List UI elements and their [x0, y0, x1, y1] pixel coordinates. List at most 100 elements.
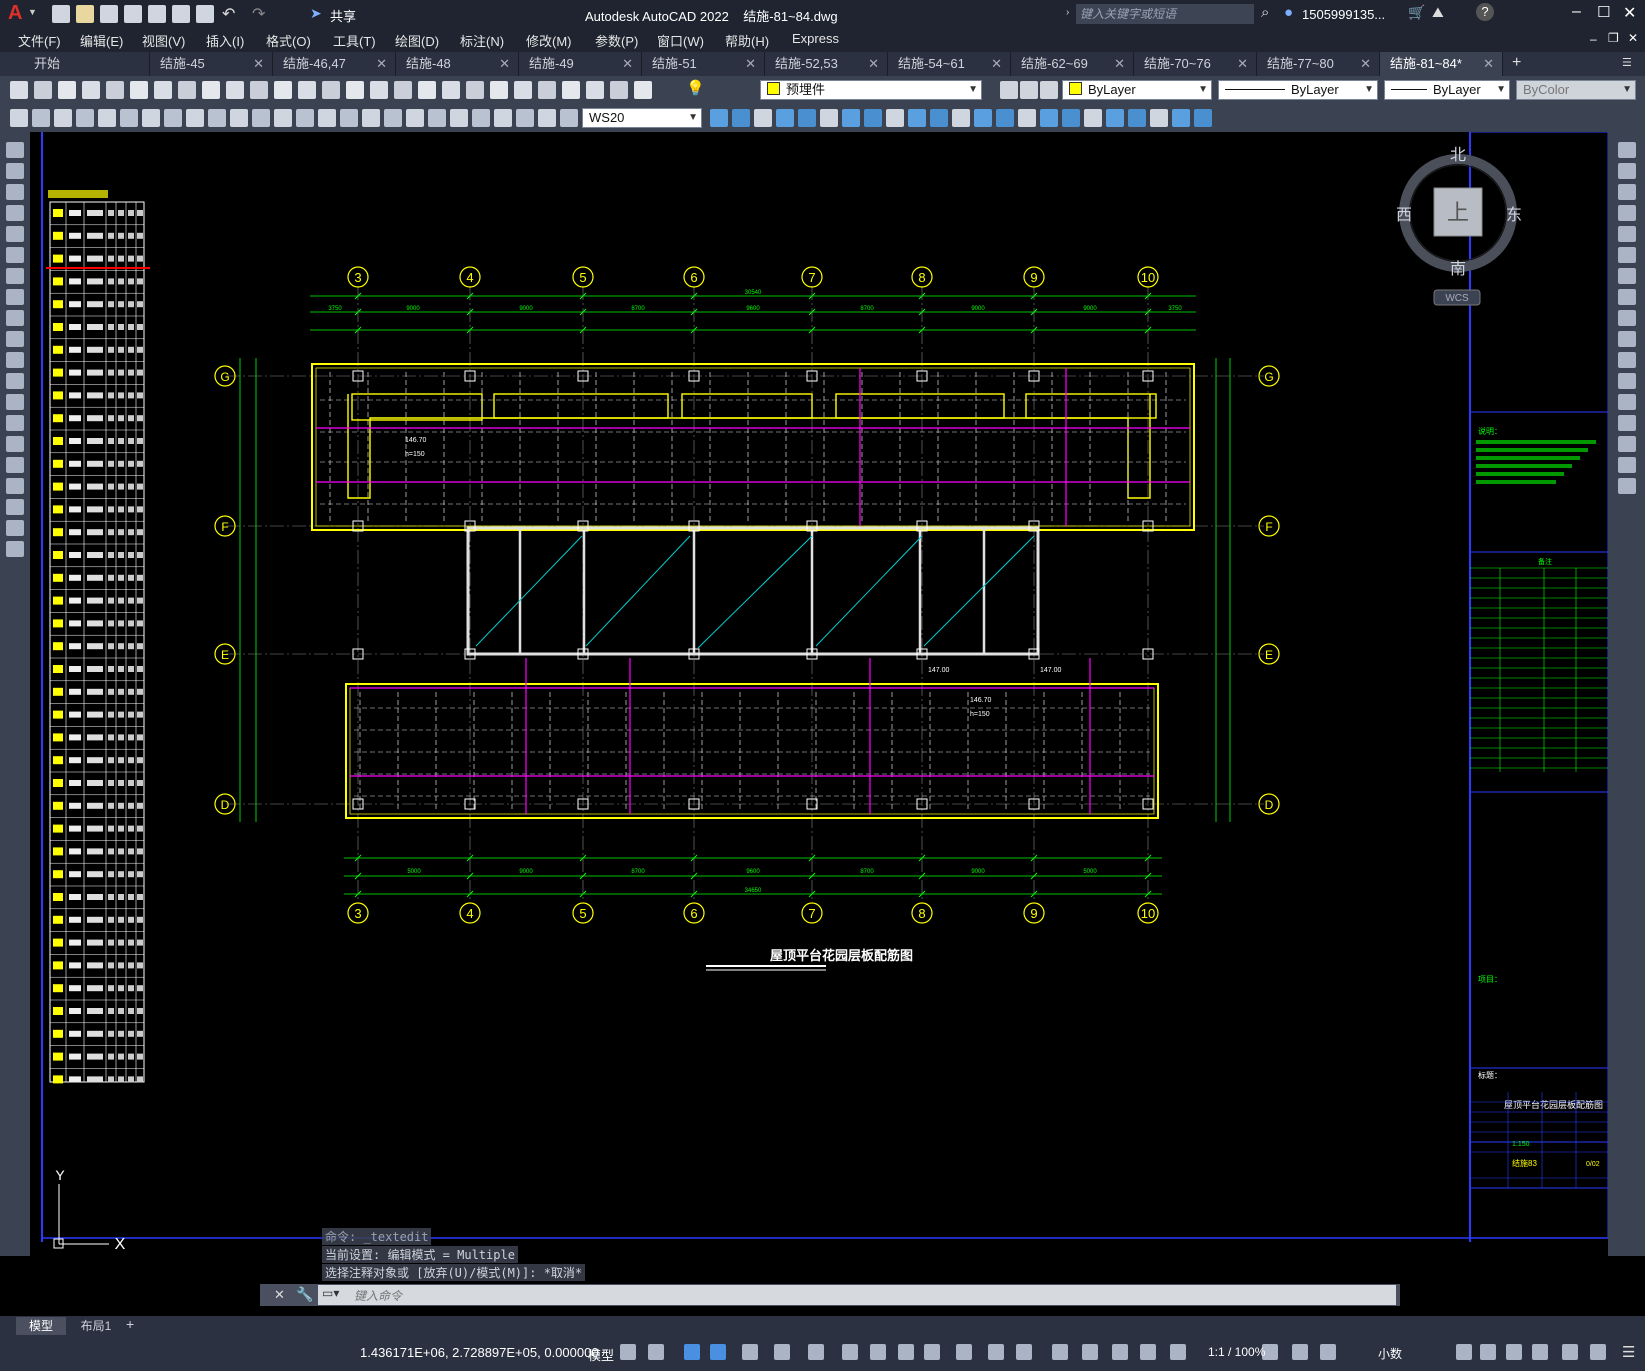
trim-icon[interactable]	[1618, 331, 1636, 347]
annotation-visibility-icon[interactable]	[1052, 1344, 1068, 1360]
menu-parametric[interactable]: 参数(P)	[595, 31, 638, 50]
tab-file[interactable]: 结施-54~61 ✕	[888, 52, 1011, 76]
circle-icon[interactable]	[6, 268, 24, 284]
polar-icon[interactable]	[710, 1344, 726, 1360]
ellipse-icon[interactable]	[6, 331, 24, 347]
minimize-icon[interactable]: –	[1572, 3, 1581, 21]
match-icon[interactable]	[226, 81, 244, 99]
tab-close-icon[interactable]: ✕	[499, 52, 510, 76]
maximize-icon[interactable]: ☐	[1597, 3, 1610, 21]
new-icon[interactable]	[10, 81, 28, 99]
print-icon[interactable]	[196, 5, 214, 23]
drawing-canvas[interactable]: 146.70 h=150 147.00 146.70 h=150 147.00 3750 90…	[30, 131, 1609, 1306]
ucs-apply-icon[interactable]	[974, 109, 992, 127]
ucs-3point-icon[interactable]	[1172, 109, 1190, 127]
selection-filter-icon[interactable]	[988, 1344, 1004, 1360]
ucs-prev-icon[interactable]	[1040, 109, 1058, 127]
tab-close-icon[interactable]: ✕	[1360, 52, 1371, 76]
dim-radius-icon[interactable]	[98, 109, 116, 127]
menu-edit[interactable]: 编辑(E)	[80, 31, 123, 50]
polygon-icon[interactable]	[6, 205, 24, 221]
share-icon[interactable]: ➤	[310, 5, 322, 22]
make-block-icon[interactable]	[6, 394, 24, 410]
save-icon[interactable]	[58, 81, 76, 99]
units-dropdown[interactable]: 小数	[1378, 1345, 1402, 1362]
point-icon[interactable]	[6, 415, 24, 431]
blend-icon[interactable]	[1618, 457, 1636, 473]
tab-close-icon[interactable]: ✕	[376, 52, 387, 76]
user-icon[interactable]: ●	[1284, 4, 1293, 21]
3d-osnap-icon[interactable]	[924, 1344, 940, 1360]
annotation-scale-icon[interactable]	[1112, 1344, 1128, 1360]
explode-icon[interactable]	[1618, 478, 1636, 494]
command-close-icon[interactable]: ✕	[274, 1287, 285, 1303]
plot-preview-icon[interactable]	[106, 81, 124, 99]
coordinates-readout[interactable]: 1.436171E+06, 2.728897E+05, 0.000000	[360, 1345, 599, 1360]
mirror-icon[interactable]	[1618, 184, 1636, 200]
move-icon[interactable]	[1618, 247, 1636, 263]
compass-east[interactable]: 东	[1506, 206, 1522, 224]
menu-draw[interactable]: 绘图(D)	[395, 31, 439, 50]
isolate-icon[interactable]	[1506, 1344, 1522, 1360]
open-icon[interactable]	[34, 81, 52, 99]
model-space-button[interactable]: 模型	[588, 1345, 614, 1364]
help-icon[interactable]: ?	[1476, 3, 1494, 21]
dim-radius-icon[interactable]	[428, 109, 446, 127]
tab-close-icon[interactable]: ✕	[1483, 52, 1494, 76]
offset-icon[interactable]	[1618, 205, 1636, 221]
region-icon[interactable]	[6, 478, 24, 494]
array-icon[interactable]	[1618, 226, 1636, 242]
tab-file[interactable]: 结施-52,53 ✕	[765, 52, 888, 76]
tab-file[interactable]: 结施-51 ✕	[642, 52, 765, 76]
dim-diameter-icon[interactable]	[142, 109, 160, 127]
menu-insert[interactable]: 插入(I)	[206, 31, 244, 50]
tab-close-icon[interactable]: ✕	[1237, 52, 1248, 76]
compass-west[interactable]: 西	[1396, 207, 1412, 224]
properties-icon[interactable]	[346, 81, 364, 99]
fillet-icon[interactable]	[1618, 436, 1636, 452]
plotstyle-dropdown[interactable]: ByColor ▼	[1516, 80, 1636, 100]
tab-file[interactable]: 结施-77~80 ✕	[1257, 52, 1380, 76]
customize-status-icon[interactable]: ☰	[1622, 1343, 1635, 1361]
scale-icon[interactable]	[1618, 289, 1636, 305]
app-logo[interactable]: A	[8, 2, 22, 25]
publish-icon[interactable]	[634, 81, 652, 99]
doc-restore-icon[interactable]: ❐	[1608, 31, 1619, 45]
tab-file[interactable]: 结施-62~69 ✕	[1011, 52, 1134, 76]
print-icon[interactable]	[82, 81, 100, 99]
a360-icon[interactable]: ⛰	[1432, 4, 1444, 21]
new-tab-icon[interactable]: +	[1512, 54, 1521, 72]
construction-line-icon[interactable]	[6, 163, 24, 179]
annotation-scale[interactable]: 1:1 / 100%	[1208, 1345, 1265, 1359]
share-button[interactable]: 共享	[330, 6, 356, 25]
gizmo-icon[interactable]	[1016, 1344, 1032, 1360]
undo-icon[interactable]	[250, 81, 268, 99]
open-icon[interactable]	[76, 5, 94, 23]
close-icon[interactable]: ✕	[1623, 3, 1636, 23]
ucs-zaxis-icon[interactable]	[1150, 109, 1168, 127]
menu-file[interactable]: 文件(F)	[18, 31, 61, 50]
copy-icon[interactable]	[1618, 163, 1636, 179]
tool-palette-icon[interactable]	[394, 81, 412, 99]
add-layout-icon[interactable]: +	[126, 1316, 134, 1332]
annotation-monitor-icon[interactable]	[1292, 1344, 1308, 1360]
publish-icon[interactable]	[130, 81, 148, 99]
ucs-z-icon[interactable]	[952, 109, 970, 127]
tab-close-icon[interactable]: ✕	[1114, 52, 1125, 76]
osnap-icon[interactable]	[774, 1344, 790, 1360]
grid-icon[interactable]	[1140, 1344, 1156, 1360]
ucs-face-icon[interactable]	[776, 109, 794, 127]
dim-angular-icon[interactable]	[494, 109, 512, 127]
otrack-icon[interactable]	[808, 1344, 824, 1360]
redo-icon[interactable]: ↷	[252, 4, 265, 24]
dim-ordinate-icon[interactable]	[76, 109, 94, 127]
plot-icon[interactable]	[172, 5, 190, 23]
tab-list-icon[interactable]: ☰	[1622, 56, 1632, 69]
ucs-world-icon[interactable]	[1018, 109, 1036, 127]
menu-express[interactable]: Express	[792, 31, 839, 46]
tab-layout1[interactable]: 布局1	[70, 1317, 122, 1335]
paste-icon[interactable]	[202, 81, 220, 99]
selection-cycling-icon[interactable]	[898, 1344, 914, 1360]
ucs-view-icon[interactable]	[820, 109, 838, 127]
dim-jogged-icon[interactable]	[450, 109, 468, 127]
